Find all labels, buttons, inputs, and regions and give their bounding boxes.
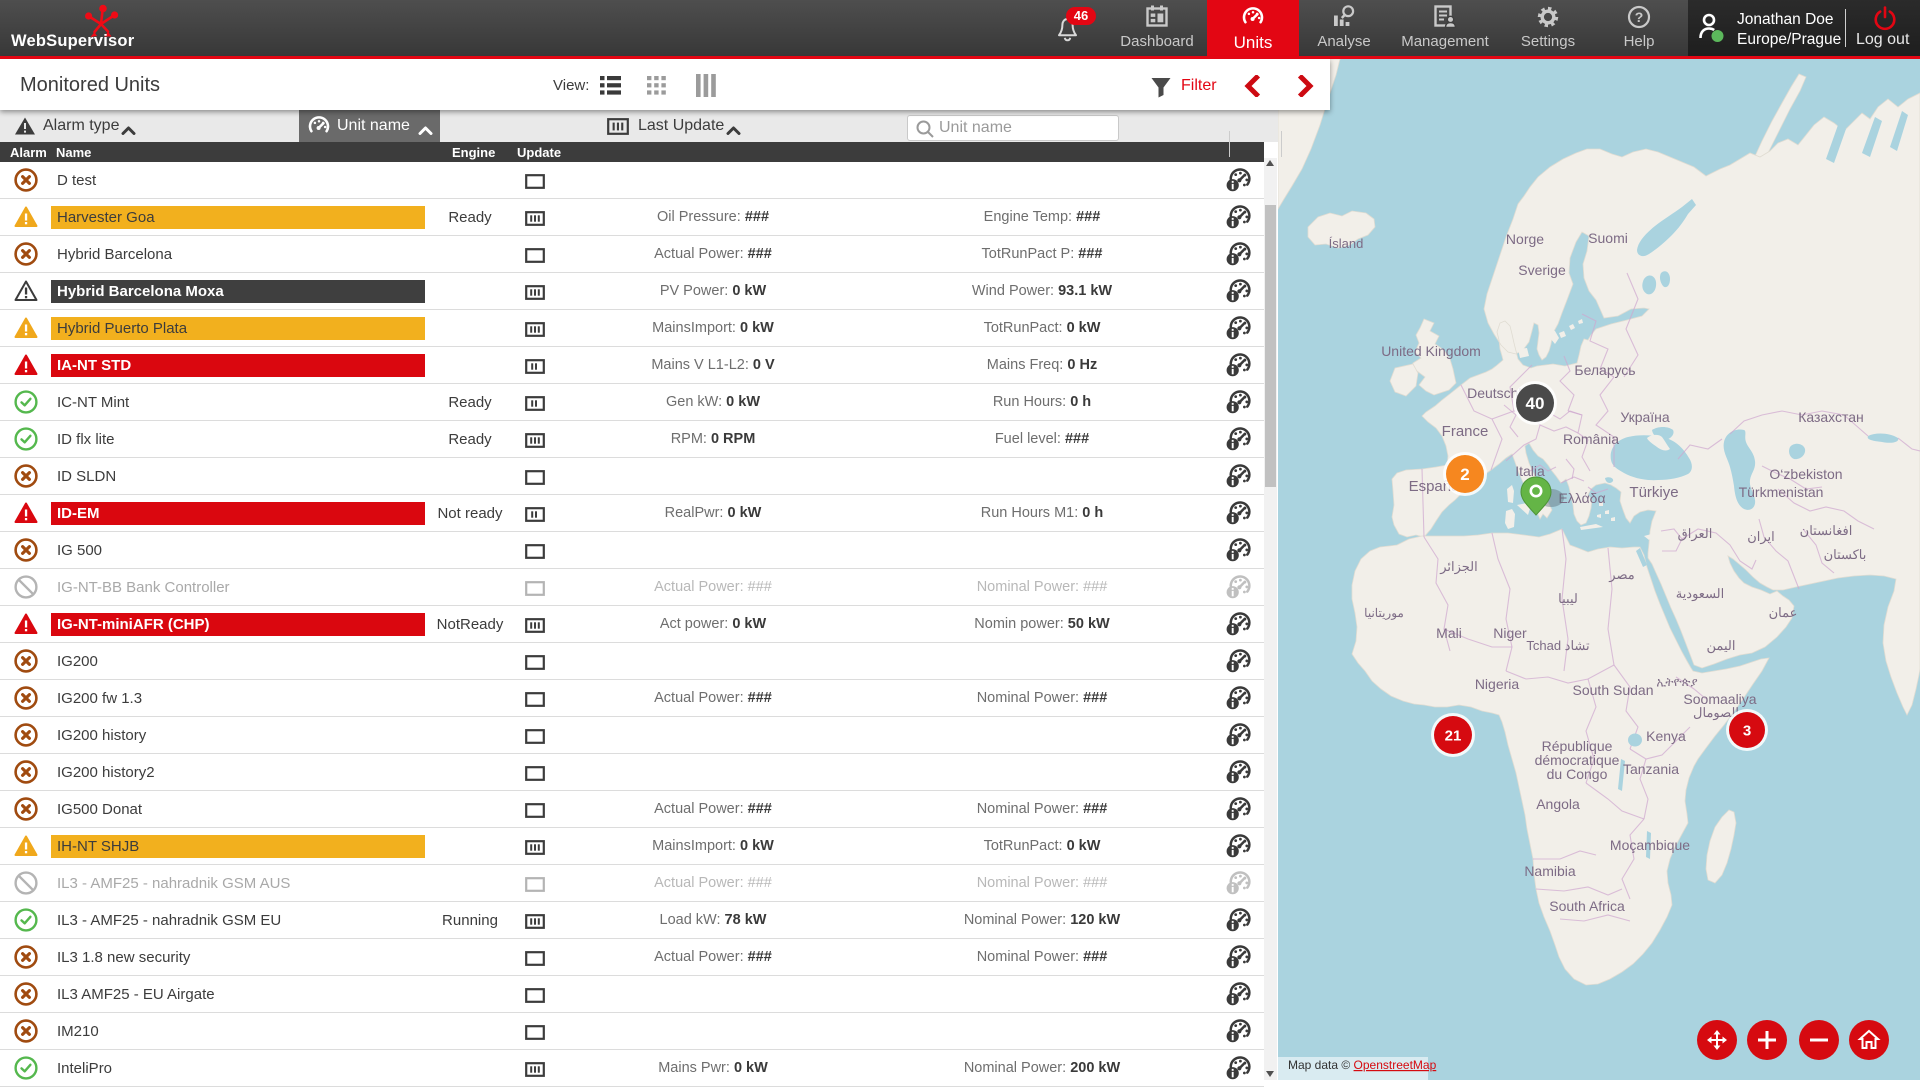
svg-text:21: 21 bbox=[1445, 727, 1462, 744]
svg-text:France: France bbox=[1442, 423, 1489, 440]
svg-text:3: 3 bbox=[1743, 722, 1751, 739]
svg-text:Tchad تشاد: Tchad تشاد bbox=[1526, 638, 1590, 653]
svg-text:du Congo: du Congo bbox=[1547, 766, 1608, 782]
svg-text:عمان: عمان bbox=[1769, 605, 1798, 620]
svg-text:Map data © OpenstreetMap: Map data © OpenstreetMap bbox=[1288, 1058, 1437, 1072]
svg-text:اليمن: اليمن bbox=[1707, 638, 1736, 654]
svg-text:United Kingdom: United Kingdom bbox=[1381, 343, 1481, 359]
svg-text:Ísland: Ísland bbox=[1329, 236, 1364, 251]
svg-text:O‘zbekiston: O‘zbekiston bbox=[1769, 466, 1842, 482]
svg-text:مصر: مصر bbox=[1608, 567, 1634, 583]
svg-text:Italia: Italia bbox=[1515, 463, 1545, 479]
svg-text:موريتانيا: موريتانيا bbox=[1364, 606, 1404, 620]
svg-text:Sverige: Sverige bbox=[1518, 262, 1566, 278]
svg-text:ኢትዮጵያ: ኢትዮጵያ bbox=[1656, 675, 1697, 689]
svg-text:Moçambique: Moçambique bbox=[1610, 837, 1690, 853]
svg-text:Türkiye: Türkiye bbox=[1629, 484, 1678, 501]
svg-text:الجزائر: الجزائر bbox=[1439, 559, 1478, 575]
svg-text:South Sudan: South Sudan bbox=[1573, 682, 1654, 698]
svg-text:Namibia: Namibia bbox=[1524, 863, 1576, 879]
svg-text:العراق: العراق bbox=[1678, 526, 1713, 542]
svg-text:ايران: ايران bbox=[1747, 529, 1775, 545]
svg-text:Казахстан: Казахстан bbox=[1798, 409, 1864, 425]
svg-text:Norge: Norge bbox=[1506, 231, 1544, 247]
svg-text:Nigeria: Nigeria bbox=[1475, 676, 1520, 692]
svg-text:Ελλάδα: Ελλάδα bbox=[1558, 490, 1605, 506]
svg-text:Türkmenistan: Türkmenistan bbox=[1739, 484, 1824, 500]
svg-text:Україна: Україна bbox=[1620, 409, 1670, 425]
svg-text:Tanzania: Tanzania bbox=[1623, 761, 1679, 777]
svg-text:ليبيا: ليبيا bbox=[1558, 591, 1578, 606]
svg-text:40: 40 bbox=[1526, 394, 1545, 413]
svg-text:Mali: Mali bbox=[1436, 625, 1462, 641]
svg-text:افغانستان: افغانستان bbox=[1800, 523, 1853, 538]
svg-text:Niger: Niger bbox=[1493, 625, 1527, 641]
svg-text:Suomi: Suomi bbox=[1588, 230, 1628, 246]
svg-text:România: România bbox=[1563, 431, 1619, 447]
svg-text:South Africa: South Africa bbox=[1549, 898, 1625, 914]
svg-text:السعودية: السعودية bbox=[1676, 586, 1725, 602]
svg-text:?: ? bbox=[1635, 9, 1644, 25]
svg-text:Angola: Angola bbox=[1536, 796, 1580, 812]
svg-text:Беларусь: Беларусь bbox=[1574, 362, 1635, 378]
svg-text:باكستان: باكستان bbox=[1824, 547, 1867, 562]
svg-text:Kenya: Kenya bbox=[1646, 728, 1686, 744]
svg-text:2: 2 bbox=[1460, 465, 1469, 484]
